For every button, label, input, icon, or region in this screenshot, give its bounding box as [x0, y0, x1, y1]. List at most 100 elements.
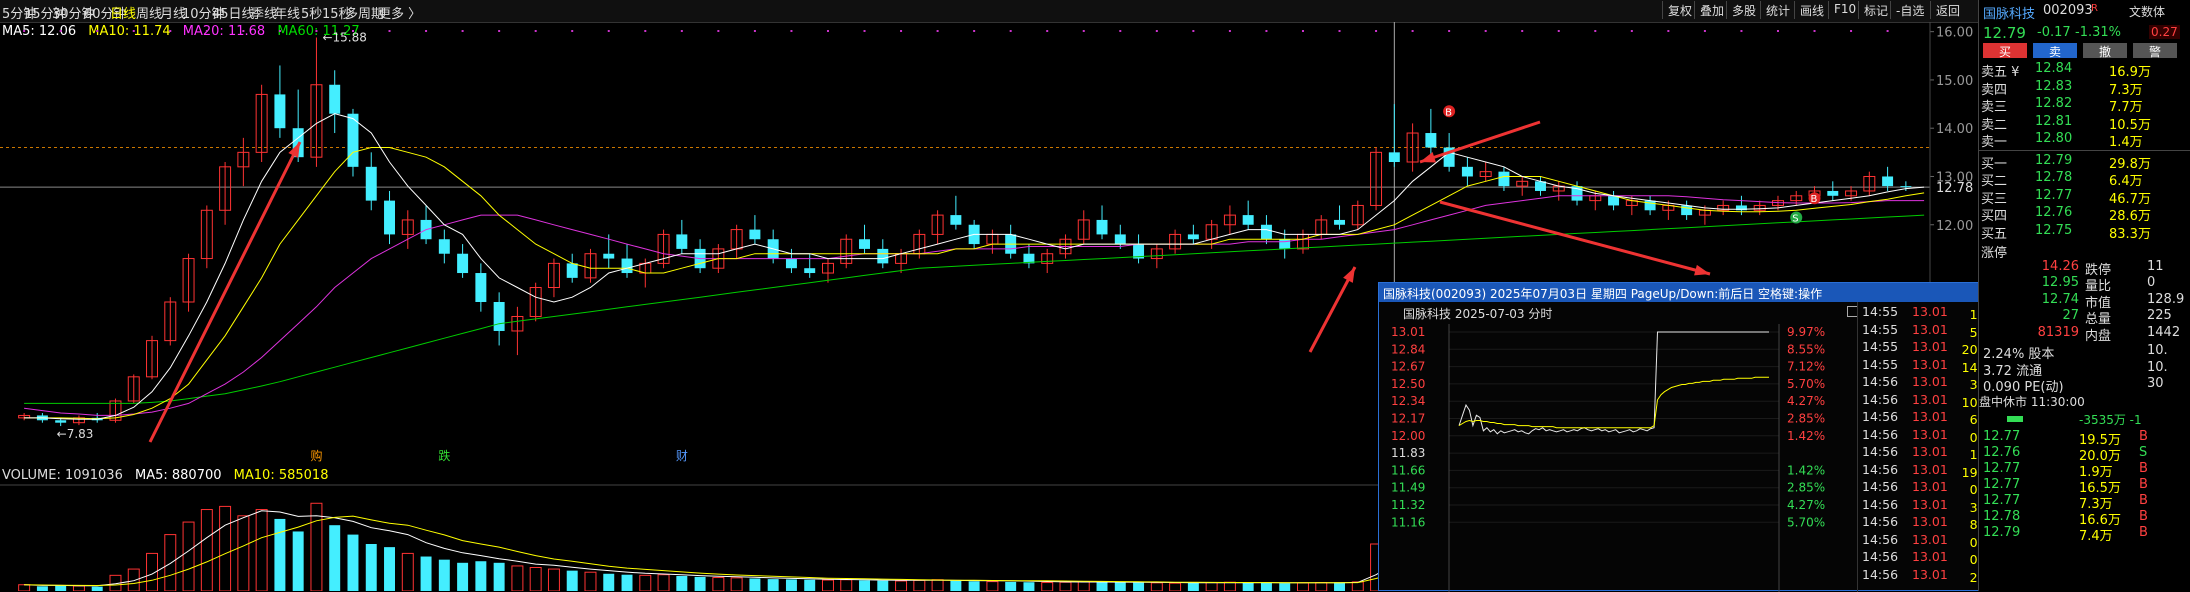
candle — [384, 190, 395, 245]
intraday-chart[interactable]: 13.01 9.97% 12.84 8.55% 12.67 7.12% 12.50 5.70%… — [1379, 302, 1857, 592]
trade-side: S — [2139, 444, 2148, 460]
candle — [566, 253, 578, 283]
popup-title-bar[interactable]: 国脉科技(002093) 2025年07月03日 星期四 PageUp/Down… — [1379, 283, 2045, 302]
top-marker-dot — [534, 30, 537, 32]
stat-value: 12.74 — [2041, 291, 2079, 307]
intraday-price-tick: 12.67 — [1391, 360, 1425, 374]
period-tab-10[interactable]: 年线 — [274, 3, 300, 22]
candle — [621, 244, 633, 278]
volume-bar — [986, 581, 999, 591]
volume-bar — [1133, 582, 1145, 591]
trade-price: 12.77 — [1983, 460, 2021, 476]
intraday-pct-tick: 1.42% — [1787, 463, 1825, 477]
tick-price: 13.01 — [1912, 461, 1948, 477]
top-marker-dot — [315, 30, 318, 32]
top-marker-dot — [1155, 30, 1158, 32]
top-marker-dot — [644, 30, 647, 32]
buy-level-volume: 6.4万 — [2109, 174, 2143, 189]
tool-button-8[interactable]: 返回 — [1930, 1, 1965, 19]
sell-level-price: 12.80 — [2035, 131, 2073, 146]
candle-body — [365, 166, 377, 201]
sell-level-price: 12.81 — [2035, 113, 2073, 129]
candle — [493, 292, 505, 346]
low-label: ←7.83 — [57, 427, 94, 441]
event-label: 购 — [310, 448, 322, 463]
candle — [420, 205, 432, 245]
top-marker-dot — [1411, 30, 1414, 32]
volume-bar — [657, 574, 670, 591]
intraday-price-tick: 11.66 — [1391, 463, 1425, 477]
period-tab-11[interactable]: 5秒 — [301, 3, 322, 22]
candle-body — [603, 253, 615, 259]
volume-bar — [347, 534, 359, 591]
trade-button-1[interactable]: 卖 — [2033, 43, 2077, 59]
trade-price: 12.77 — [1983, 492, 2021, 508]
volume-bar — [822, 579, 834, 591]
period-tab-4[interactable]: 日线 — [110, 3, 136, 22]
trade-side: B — [2139, 508, 2148, 524]
sell-level-price: 12.84 — [2035, 61, 2073, 76]
volume-bar — [603, 573, 615, 591]
intraday-pct-tick: 4.27% — [1787, 498, 1825, 512]
candle-body — [676, 234, 688, 249]
event-label: 跌 — [438, 448, 450, 463]
tick-time: 14:56 — [1862, 479, 1899, 494]
candle-body — [1114, 234, 1126, 245]
tick-time: 14:56 — [1862, 391, 1899, 407]
candle — [749, 215, 761, 245]
trade-price: 12.78 — [1983, 508, 2021, 524]
buy-level-volume: 29.8万 — [2109, 156, 2151, 172]
volume-bar — [72, 585, 85, 591]
top-marker-dot — [1228, 30, 1231, 32]
stat-right: 128.9 — [2147, 291, 2185, 307]
tick-time: 14:55 — [1862, 304, 1899, 319]
vol-ma5-label: MA5: 880700 — [135, 468, 222, 483]
candle-body — [329, 84, 341, 114]
candle-body — [877, 248, 889, 264]
tool-button-3[interactable]: 统计 — [1760, 1, 1795, 19]
candle — [1535, 176, 1546, 196]
tool-button-6[interactable]: 标记 — [1858, 1, 1893, 19]
volume-bar — [804, 579, 816, 591]
candle — [547, 258, 560, 298]
volume-bar — [329, 525, 341, 591]
sell-level-label: 卖一 — [1981, 135, 2008, 150]
top-marker-dot — [23, 30, 26, 32]
buy-level-label: 买三 — [1981, 191, 2008, 207]
candle-body — [1388, 152, 1400, 162]
tool-button-4[interactable]: 画线 — [1794, 1, 1829, 19]
intraday-pct-tick: 9.97% — [1787, 325, 1825, 339]
top-marker-dot — [1119, 30, 1122, 32]
candle — [18, 413, 31, 421]
intraday-popup[interactable]: 国脉科技(002093) 2025年07月03日 星期四 PageUp/Down… — [1378, 282, 2046, 592]
toolbar-row: 5分钟 15分钟 30分钟 60分钟 日线 周线 月线 10分钟 45日线 季线 年线 5秒 15秒 多周… — [0, 0, 1978, 22]
fundamental-value: 10. — [2147, 359, 2168, 375]
candle — [146, 335, 159, 380]
volume-bar — [1023, 582, 1035, 591]
candle — [1114, 224, 1126, 249]
trade-side: B — [2139, 460, 2148, 476]
tool-button-5[interactable]: F10 — [1828, 1, 1861, 19]
period-tab-8[interactable]: 45日线 — [212, 3, 255, 22]
candle — [1644, 195, 1656, 216]
period-tab-14[interactable]: 更多 〉 — [378, 3, 421, 22]
buy-level-price: 12.79 — [2035, 152, 2073, 168]
side-pct: 0.27 — [2149, 25, 2180, 39]
sell-level-label: 卖五 ¥ — [1981, 65, 2020, 80]
tick-price: 13.01 — [1912, 444, 1948, 459]
volume-label: VOLUME: 1091036 — [2, 468, 123, 483]
buy-marker-text: B — [1811, 194, 1818, 205]
tick-time: 14:56 — [1862, 461, 1899, 477]
tool-button-2[interactable]: 多股 — [1726, 1, 1761, 19]
top-marker-dot — [278, 30, 281, 32]
period-tab-5[interactable]: 周线 — [136, 3, 162, 22]
top-marker-dot — [498, 30, 501, 32]
trade-button-0[interactable]: 买 — [1983, 43, 2027, 59]
tool-button-7[interactable]: -自选 — [1890, 1, 1929, 19]
tool-button-0[interactable]: 复权 — [1662, 1, 1697, 19]
trade-button-2[interactable]: 撤 — [2083, 43, 2127, 59]
top-marker-dot — [1338, 30, 1341, 32]
trade-button-3[interactable]: 警 — [2133, 43, 2177, 59]
tool-button-1[interactable]: 叠加 — [1694, 1, 1729, 19]
buy-level-label: 买一 — [1981, 156, 2008, 172]
